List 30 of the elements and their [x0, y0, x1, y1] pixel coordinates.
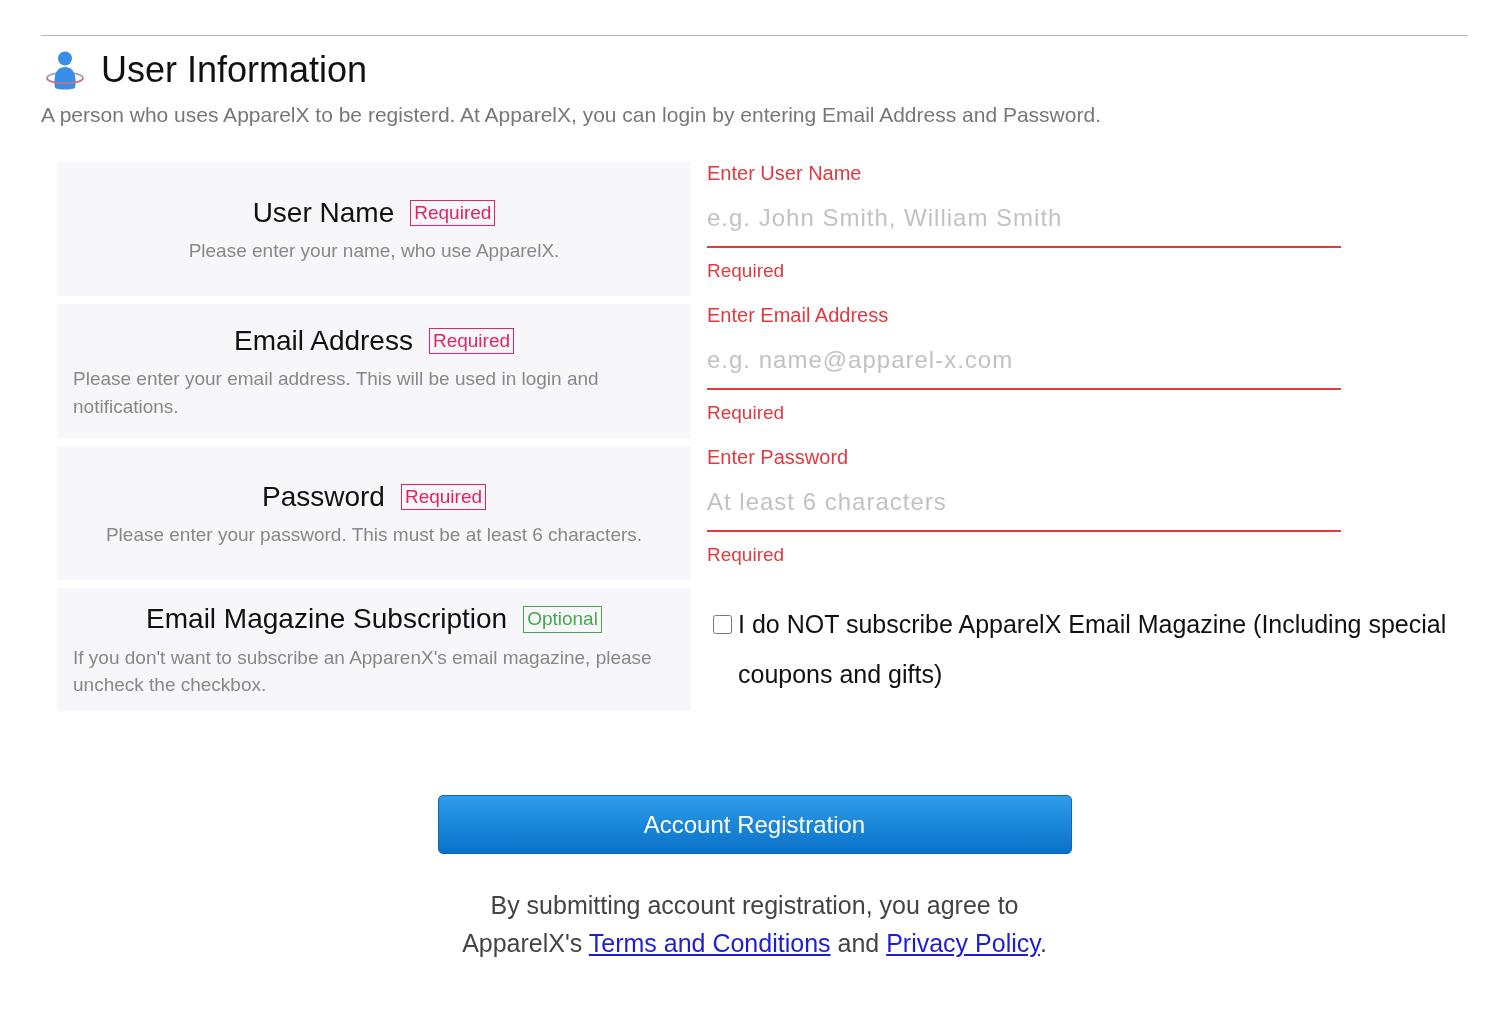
field-title: Email Address [233, 324, 413, 356]
input-label: Enter Email Address [707, 304, 890, 327]
text-input[interactable]: e.g. name@apparel-x.com [707, 332, 1341, 391]
text-input[interactable]: At least 6 characters [707, 474, 1341, 533]
field-title: Email Magazine Subscription [146, 603, 508, 635]
input-label: Enter User Name [707, 162, 863, 185]
required-tag: Required [400, 483, 486, 511]
checkbox-label: I do NOT subscribe ApparelX Email Magazine (Including special coupons and gifts) [738, 609, 1448, 691]
text-input[interactable]: e.g. John Smith, William Smith [707, 190, 1341, 249]
section-description: A person who uses ApparelX to be registerd. At ApparelX, you can login by entering Email Address and Password. [41, 102, 1102, 129]
field-help-text: Please enter your name, who use ApparelX. [188, 238, 560, 263]
optional-tag: Optional [523, 606, 602, 633]
error-message: Required [707, 544, 786, 567]
user-icon [45, 49, 85, 90]
input-label: Enter Password [707, 446, 850, 469]
policy-link[interactable]: Terms and Conditions [588, 929, 831, 958]
field-help-text: If you don't want to subscribe an ApparenX's email magazine, please uncheck the checkbox. [73, 645, 653, 698]
field-title: Password [261, 480, 385, 512]
section-title: User Information [101, 48, 368, 92]
error-message: Required [707, 260, 786, 283]
agreement-text: By submitting account registration, you agree to ApparelX's Terms and Conditions and Privacy Policy. [461, 890, 1048, 960]
error-message: Required [707, 402, 786, 425]
field-help-text: Please enter your email address. This will be used in login and notifications. [73, 367, 600, 419]
field-title: User Name [252, 196, 395, 228]
policy-link[interactable]: Privacy Policy [886, 929, 1040, 958]
checkbox[interactable] [713, 615, 732, 635]
field-help-text: Please enter your password. This must be at least 6 characters. [105, 522, 643, 547]
required-tag: Required [410, 199, 496, 227]
submit-button[interactable]: Account Registration [437, 795, 1072, 855]
required-tag: Required [428, 327, 515, 355]
